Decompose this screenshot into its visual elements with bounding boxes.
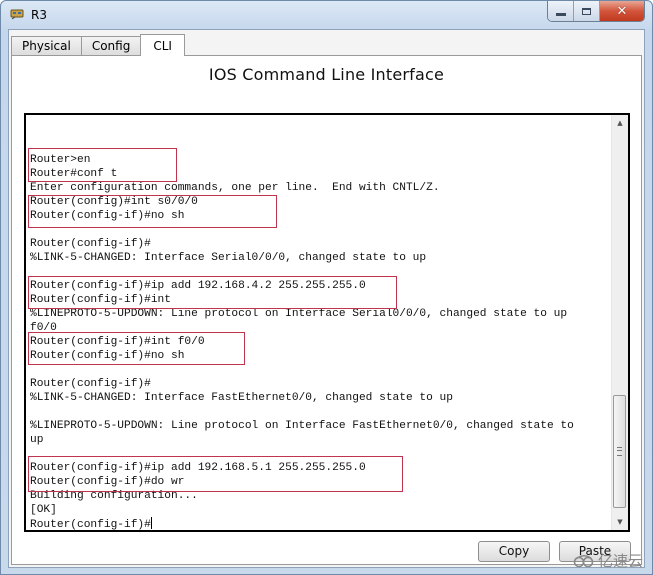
terminal-output[interactable]: Router>en Router#conf t Enter configuratio… (30, 153, 574, 531)
terminal-line: Router(config-if)#do wr (30, 476, 185, 488)
terminal-line: up (30, 434, 44, 446)
terminal-line: Router(config-if)#int f0/0 (30, 336, 205, 348)
tab-cli[interactable]: CLI (140, 34, 185, 56)
tab-physical[interactable]: Physical (11, 36, 82, 56)
cli-terminal[interactable]: Router>en Router#conf t Enter configuratio… (24, 113, 630, 532)
terminal-line: Enter configuration commands, one per li… (30, 182, 440, 194)
terminal-line: %LINEPROTO-5-UPDOWN: Line protocol on In… (30, 308, 568, 320)
terminal-line: %LINK-5-CHANGED: Interface FastEthernet0… (30, 392, 453, 404)
cli-panel: IOS Command Line Interface Router>en Rout… (11, 55, 642, 565)
tab-bar: Physical Config CLI (11, 34, 185, 56)
terminal-line: f0/0 (30, 322, 57, 334)
terminal-line: Building configuration... (30, 490, 198, 502)
app-window: R3 ✕ Physical Config CLI IOS Command Lin… (0, 0, 653, 575)
window-title: R3 (31, 8, 47, 22)
arrow-up-icon: ▲ (617, 119, 623, 127)
terminal-line: %LINEPROTO-5-UPDOWN: Line protocol on In… (30, 420, 574, 432)
panel-title: IOS Command Line Interface (208, 65, 445, 84)
arrow-down-icon: ▼ (617, 518, 623, 526)
watermark-text: 亿速云 (597, 552, 643, 570)
caption-buttons: ✕ (547, 1, 645, 22)
minimize-button[interactable] (548, 1, 574, 21)
terminal-line: Router(config-if)#ip add 192.168.5.1 255… (30, 462, 366, 474)
terminal-line: [OK] (30, 504, 57, 516)
watermark: 亿速云 (573, 550, 643, 571)
terminal-line: Router(config-if)#no sh (30, 210, 185, 222)
close-icon: ✕ (616, 3, 628, 19)
terminal-line: Router#conf t (30, 168, 118, 180)
terminal-line: Router(config)#int s0/0/0 (30, 196, 198, 208)
grip-icon (617, 447, 622, 456)
scroll-down-button[interactable]: ▼ (612, 514, 628, 530)
terminal-line: Router(config-if)# (30, 517, 152, 531)
router-app-icon (10, 9, 24, 20)
close-button[interactable]: ✕ (600, 1, 644, 21)
terminal-line: Router(config-if)# (30, 378, 151, 390)
text-cursor (150, 517, 152, 529)
window-client-area: Physical Config CLI IOS Command Line Int… (8, 29, 645, 568)
terminal-line: Router>en (30, 154, 91, 166)
cloud-logo-icon (573, 554, 594, 567)
scroll-thumb[interactable] (613, 395, 626, 508)
scroll-up-button[interactable]: ▲ (612, 115, 628, 131)
tab-config[interactable]: Config (80, 36, 142, 56)
maximize-icon (582, 7, 591, 15)
minimize-icon (555, 12, 566, 16)
terminal-line: Router(config-if)#no sh (30, 350, 185, 362)
terminal-scrollbar[interactable]: ▲ ▼ (611, 115, 628, 530)
terminal-line: Router(config-if)#int (30, 294, 171, 306)
terminal-line: Router(config-if)# (30, 238, 151, 250)
terminal-line: Router(config-if)#ip add 192.168.4.2 255… (30, 280, 366, 292)
terminal-line: %LINK-5-CHANGED: Interface Serial0/0/0, … (30, 252, 427, 264)
copy-button[interactable]: Copy (478, 541, 550, 562)
maximize-button[interactable] (574, 1, 600, 21)
title-bar[interactable]: R3 ✕ (1, 1, 652, 29)
